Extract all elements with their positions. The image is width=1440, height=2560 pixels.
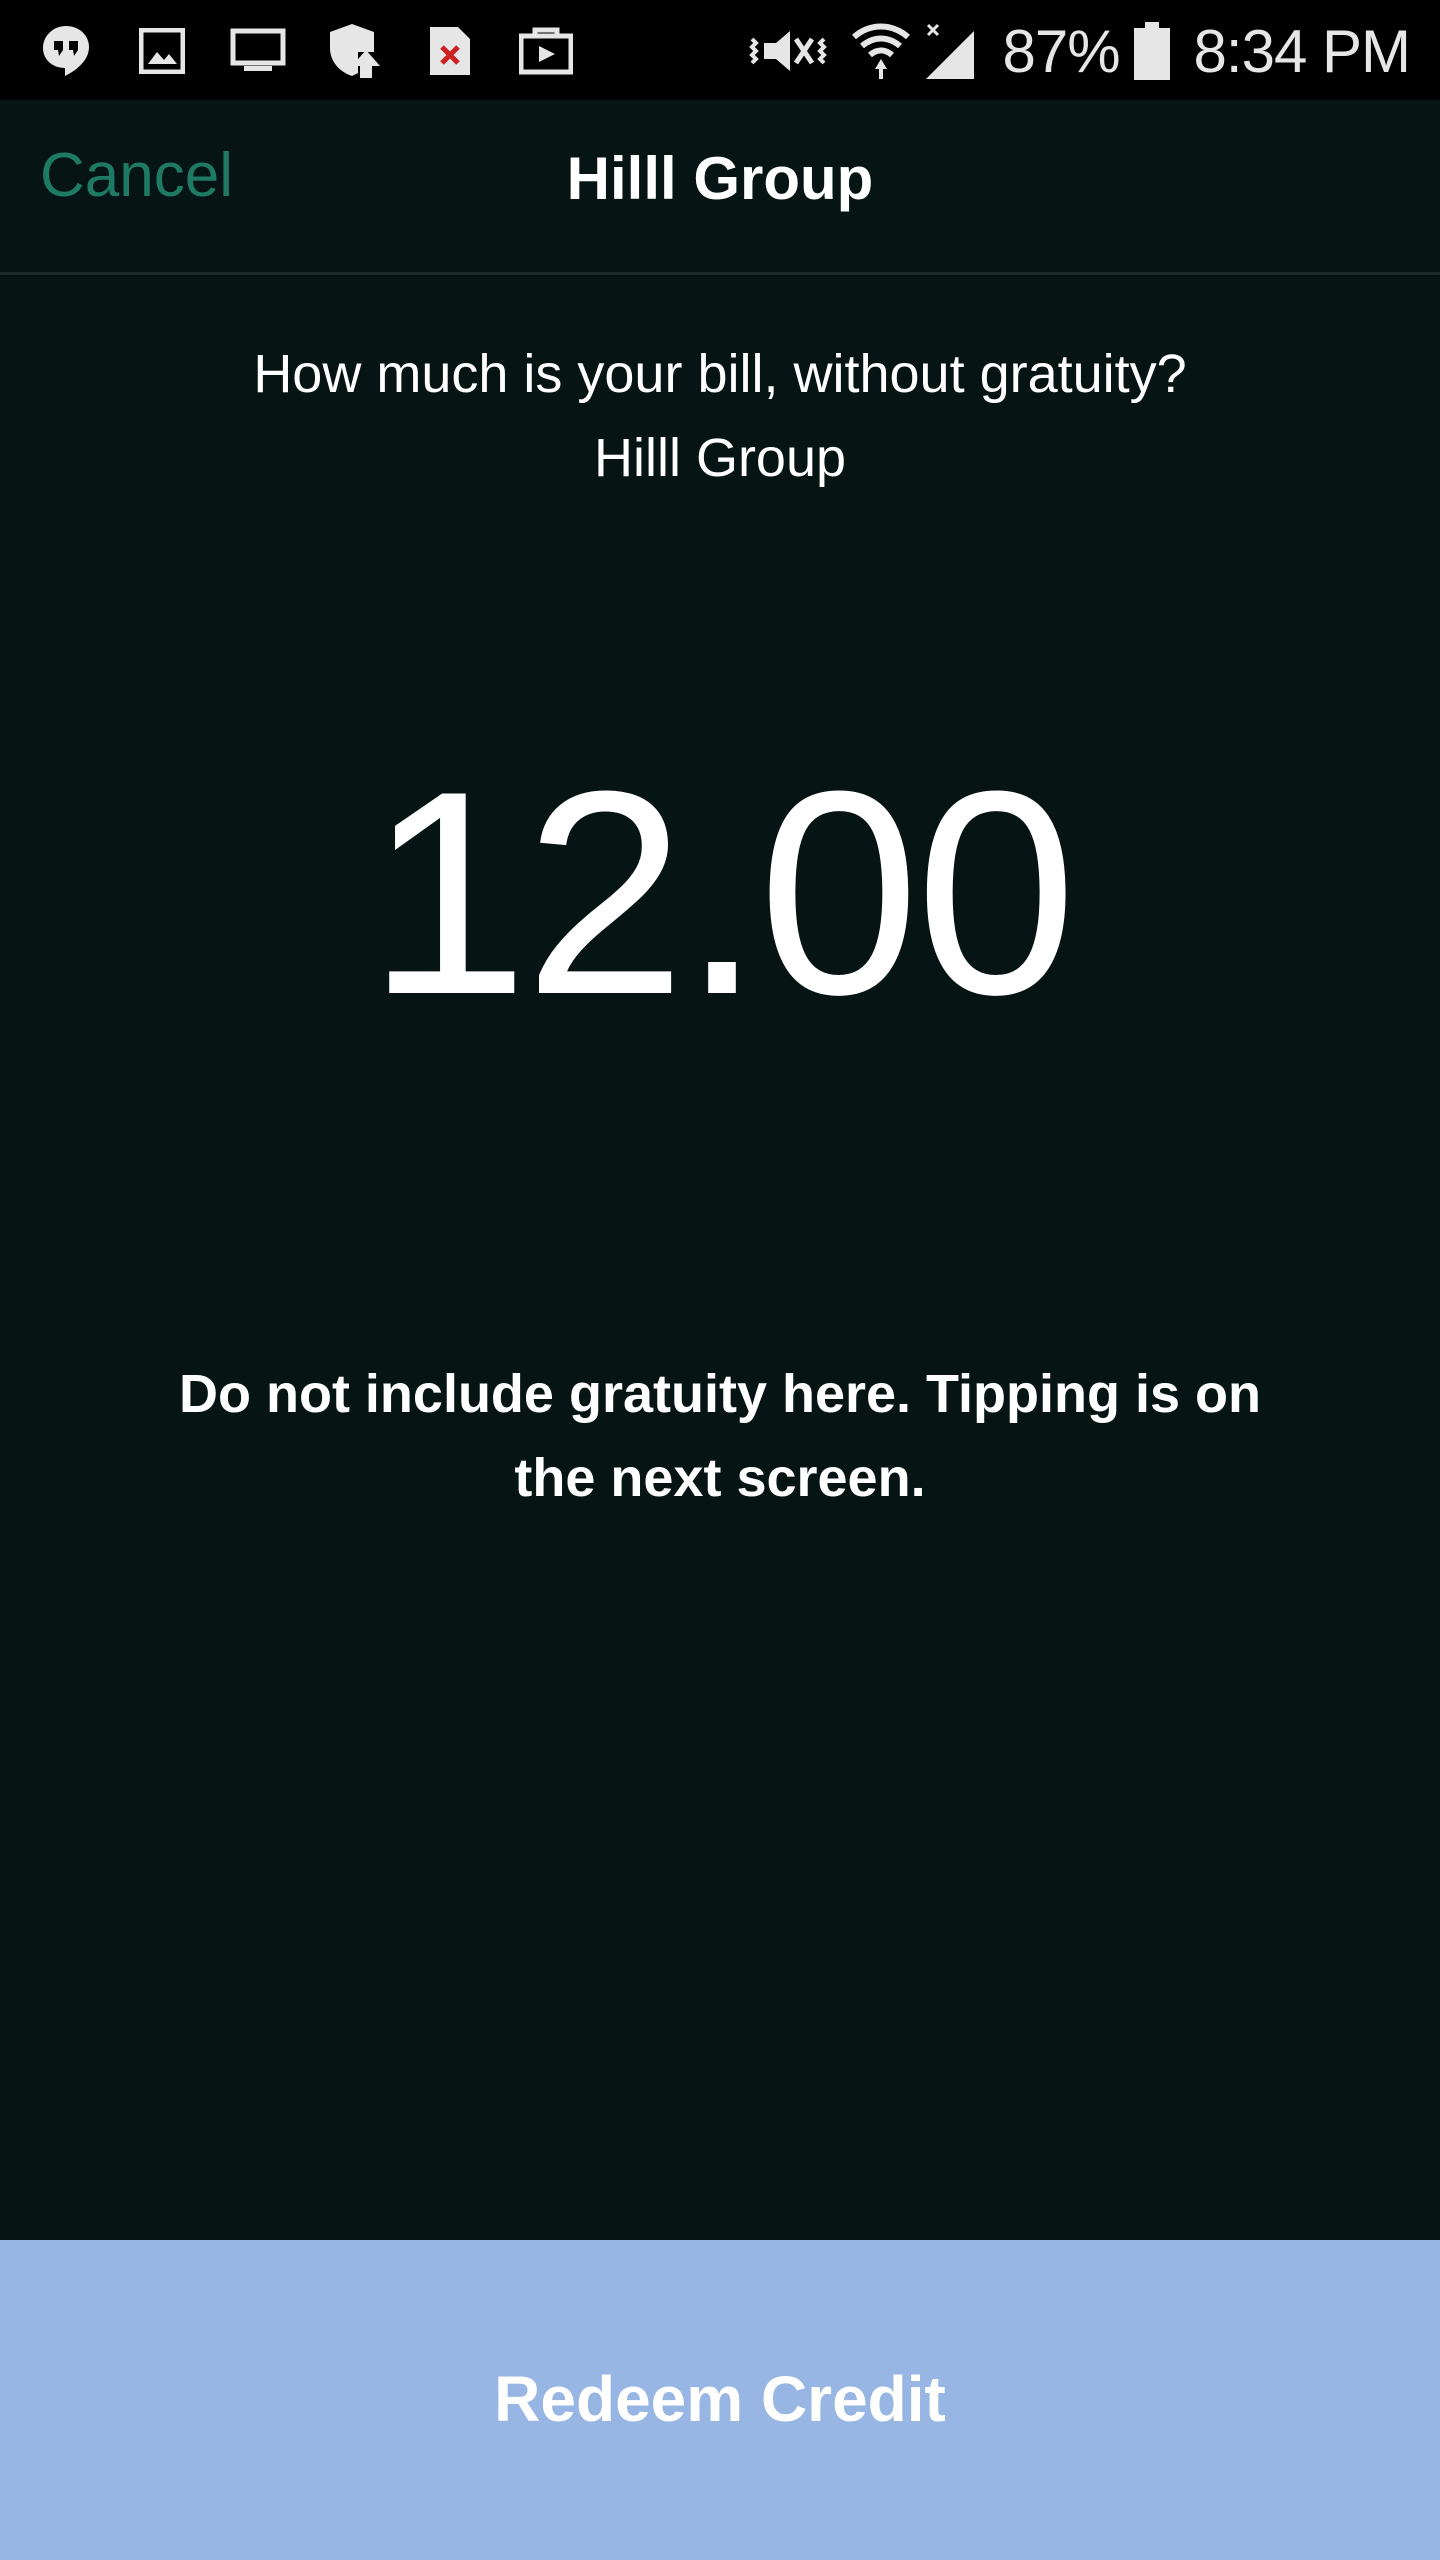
wifi-icon: [846, 23, 916, 79]
no-signal-icon: [920, 23, 980, 79]
bill-amount-input[interactable]: 12.00: [0, 748, 1440, 1038]
status-icons-right: 87% 8:34 PM: [746, 16, 1411, 86]
nav-bar: Cancel Hilll Group: [0, 100, 1440, 275]
redeem-credit-button[interactable]: Redeem Credit: [0, 2240, 1440, 2560]
file-error-icon: [422, 23, 478, 79]
shield-update-icon: [326, 23, 382, 79]
merchant-name: Hilll Group: [593, 428, 847, 488]
page-title: Hilll Group: [566, 145, 874, 212]
gallery-icon: [134, 23, 190, 79]
clock: 8:34 PM: [1193, 17, 1411, 85]
redeem-credit-label: Redeem Credit: [494, 2363, 946, 2435]
status-icons-left: [38, 22, 614, 80]
battery-icon: [1132, 22, 1172, 80]
status-bar: 87% 8:34 PM: [0, 0, 1440, 100]
gratuity-notice: Do not include gratuity here. Tipping is…: [178, 1364, 1262, 1508]
battery-percent: 87%: [1002, 17, 1120, 85]
briefcase-icon: [518, 23, 574, 79]
hangouts-icon: [38, 23, 94, 79]
question-text: How much is your bill, without gratuity?: [253, 344, 1187, 404]
bill-question: How much is your bill, without gratuity?…: [0, 332, 1440, 500]
cast-screen-icon: [230, 23, 286, 79]
vibrate-mute-icon: [746, 23, 830, 79]
